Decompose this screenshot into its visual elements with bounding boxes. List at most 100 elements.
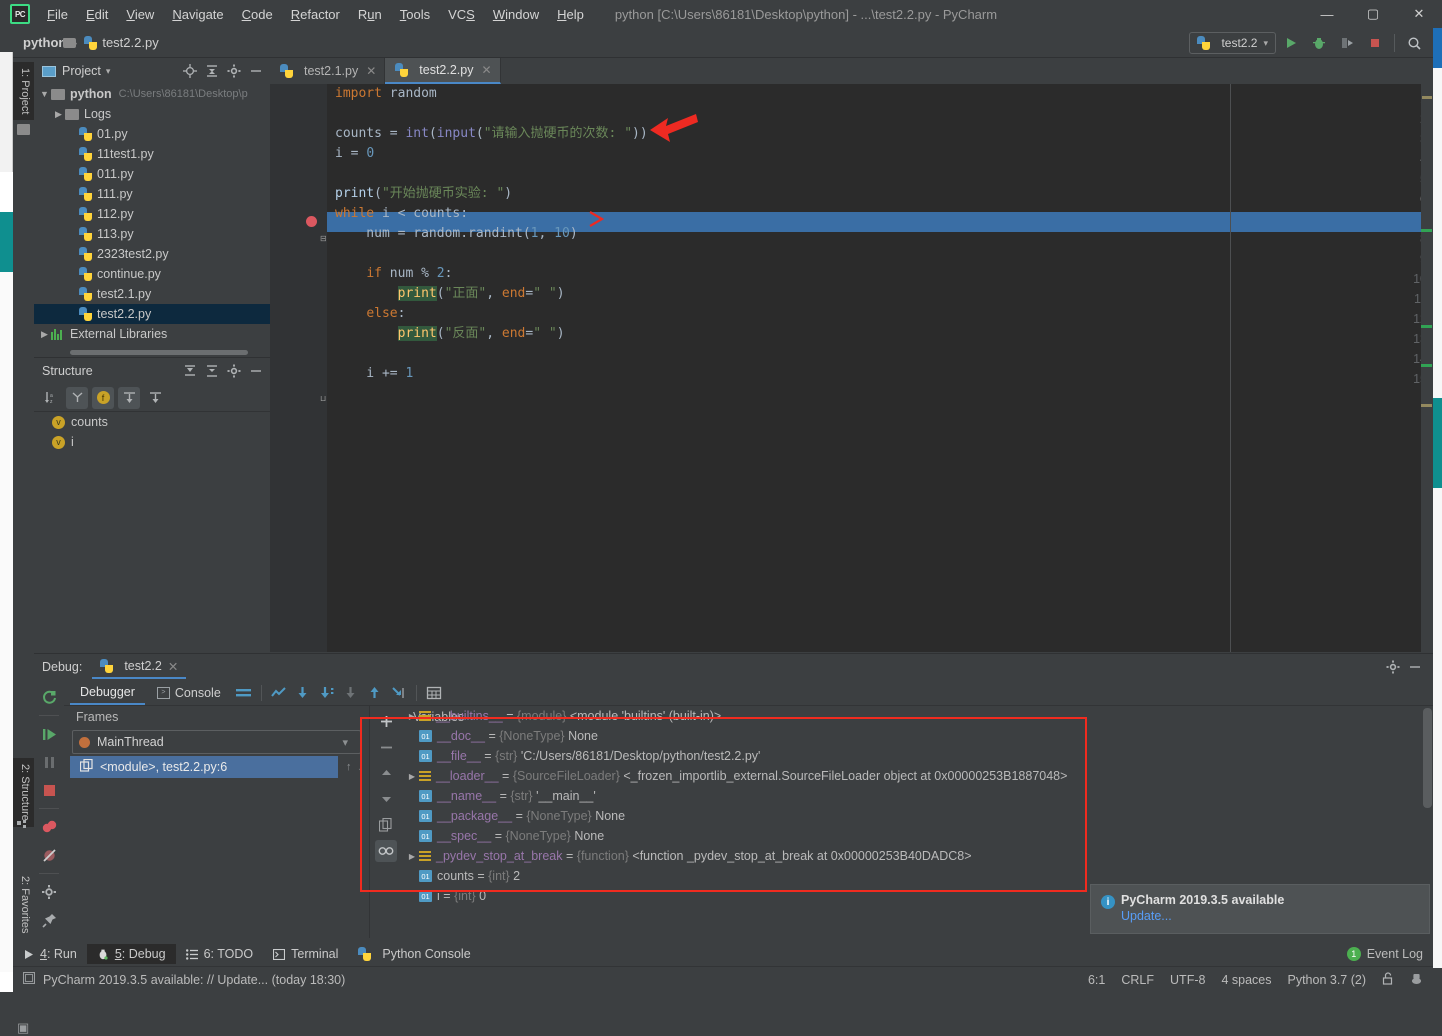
status-caret-position[interactable]: 6:1	[1088, 973, 1105, 987]
evaluate-expression-icon[interactable]	[423, 682, 445, 704]
show-inherited-icon[interactable]	[66, 386, 88, 409]
bottom-tab-run[interactable]: 4: Run	[13, 944, 87, 964]
editor-tab[interactable]: test2.1.py ✕	[270, 58, 386, 84]
expand-all-icon[interactable]	[180, 361, 200, 381]
frame-up-icon[interactable]: ↑	[346, 761, 352, 773]
close-icon[interactable]: ✕	[481, 63, 491, 77]
run-configuration-selector[interactable]: test2.2 ▾	[1189, 32, 1276, 54]
variable-row[interactable]: ▶ _pydev_stop_at_break = {function} <func…	[401, 846, 1421, 866]
variable-row[interactable]: 01 __package__ = {NoneType} None	[401, 806, 1421, 826]
sidebar-tab-project[interactable]: 1: Project	[13, 62, 34, 121]
code-line[interactable]: while i < counts:	[335, 204, 468, 224]
variable-row[interactable]: ▶ __builtins__ = {module} <module 'builti…	[401, 706, 1421, 726]
code-line[interactable]: counts = int(input("请输入抛硬币的次数: "))	[335, 124, 648, 144]
lock-icon[interactable]	[1382, 971, 1394, 988]
run-to-cursor-icon[interactable]	[388, 682, 410, 704]
project-tree-item[interactable]: test2.2.py	[34, 304, 270, 324]
collapse-all-icon[interactable]	[202, 361, 222, 381]
run-button[interactable]	[1278, 31, 1304, 55]
menu-item-tools[interactable]: Tools	[391, 3, 439, 26]
hide-panel-icon[interactable]	[1405, 657, 1425, 677]
close-icon[interactable]: ✕	[168, 659, 178, 674]
structure-item[interactable]: v counts	[34, 412, 270, 432]
notification-balloon[interactable]: i PyCharm 2019.3.5 available Update...	[1090, 884, 1430, 934]
project-tree[interactable]: ▼ python C:\Users\86181\Desktop\p ▶ Logs 01.p…	[34, 84, 270, 357]
variable-row[interactable]: 01 __file__ = {str} 'C:/Users/86181/Deskt…	[401, 746, 1421, 766]
code-line[interactable]: if num % 2:	[335, 264, 452, 284]
code-area[interactable]: 123456789101112131415 ⊟ ⊔ import randomc…	[270, 84, 1433, 652]
collapse-all-icon[interactable]	[202, 61, 222, 81]
project-tree-item[interactable]: 01.py	[34, 124, 270, 144]
locate-target-icon[interactable]	[180, 61, 200, 81]
bottom-tab-terminal[interactable]: Terminal	[263, 944, 348, 964]
sort-alphabetically-icon[interactable]: az	[40, 387, 62, 409]
project-tree-item[interactable]: continue.py	[34, 264, 270, 284]
bottom-tab-debug[interactable]: 5: Debug	[86, 944, 176, 964]
bottom-tab-python-console[interactable]: Python Console	[348, 944, 480, 964]
stop-button[interactable]	[1362, 31, 1388, 55]
step-into-icon[interactable]	[316, 682, 338, 704]
chevron-down-icon[interactable]: ▾	[106, 66, 111, 77]
code-line[interactable]: i = 0	[335, 144, 374, 164]
frame-list-item[interactable]: <module>, test2.2.py:6	[70, 756, 338, 778]
project-tree-item[interactable]: ▶ External Libraries	[34, 324, 270, 344]
bottom-tab-todo[interactable]: 6: TODO	[176, 944, 264, 964]
code-line[interactable]: print("反面", end=" ")	[335, 324, 565, 344]
code-line[interactable]: else:	[335, 304, 405, 324]
status-encoding[interactable]: UTF-8	[1170, 973, 1205, 987]
menu-item-navigate[interactable]: Navigate	[163, 3, 232, 26]
view-breakpoints-button[interactable]	[36, 814, 62, 840]
code-line[interactable]: num = random.randint(1, 10)	[335, 224, 577, 244]
structure-tree[interactable]: v counts v i	[34, 412, 270, 652]
hide-panel-icon[interactable]	[246, 61, 266, 81]
tab-debugger[interactable]: Debugger	[70, 681, 145, 705]
rerun-button[interactable]	[36, 684, 62, 710]
status-interpreter[interactable]: Python 3.7 (2)	[1287, 973, 1366, 987]
notification-update-link[interactable]: Update...	[1121, 909, 1419, 923]
frame-down-icon[interactable]: ↓	[358, 761, 364, 773]
variable-row[interactable]: 01 __doc__ = {NoneType} None	[401, 726, 1421, 746]
project-tree-item[interactable]: ▼ python C:\Users\86181\Desktop\p	[34, 84, 270, 104]
gear-icon[interactable]	[224, 61, 244, 81]
menu-item-code[interactable]: Code	[233, 3, 282, 26]
source-code[interactable]: import random counts = int(input("请输入抛硬币的…	[327, 84, 1433, 652]
menu-item-edit[interactable]: Edit	[77, 3, 117, 26]
pause-program-button[interactable]	[36, 749, 62, 775]
variable-row[interactable]: 01 __spec__ = {NoneType} None	[401, 826, 1421, 846]
step-over-icon[interactable]	[292, 682, 314, 704]
menu-item-file[interactable]: FFileile	[38, 3, 77, 26]
tree-expander[interactable]: ▶	[38, 329, 51, 340]
close-button[interactable]: ✕	[1396, 0, 1442, 28]
close-icon[interactable]: ✕	[366, 64, 376, 78]
variable-expander[interactable]: ▶	[405, 772, 419, 781]
copy-value-icon[interactable]	[375, 814, 397, 836]
scroll-from-source-icon[interactable]	[118, 386, 140, 409]
settings-gear-icon[interactable]	[36, 879, 62, 905]
code-line[interactable]: import random	[335, 84, 437, 104]
editor-gutter[interactable]	[270, 84, 327, 652]
tree-expander[interactable]: ▼	[38, 89, 51, 99]
window-toggle-icon[interactable]: ▣	[17, 1020, 29, 1036]
show-execution-point-icon[interactable]	[268, 682, 290, 704]
variable-expander[interactable]: ▶	[405, 852, 419, 861]
project-tree-item[interactable]: test2.1.py	[34, 284, 270, 304]
menu-item-run[interactable]: Run	[349, 3, 391, 26]
menu-item-help[interactable]: Help	[548, 3, 593, 26]
remove-watch-icon[interactable]	[375, 736, 397, 758]
maximize-button[interactable]: ▢	[1350, 0, 1396, 28]
minimize-button[interactable]: —	[1304, 0, 1350, 28]
project-tree-item[interactable]: 011.py	[34, 164, 270, 184]
status-line-separator[interactable]: CRLF	[1121, 973, 1154, 987]
inspect-icon[interactable]	[375, 840, 397, 862]
breadcrumb-root[interactable]: python	[23, 35, 66, 50]
hide-panel-icon[interactable]	[246, 361, 266, 381]
project-tree-item[interactable]: ▶ Logs	[34, 104, 270, 124]
force-step-into-icon[interactable]	[340, 682, 362, 704]
structure-item[interactable]: vi	[34, 432, 270, 452]
breakpoint-marker[interactable]	[306, 216, 317, 227]
gear-icon[interactable]	[224, 361, 244, 381]
resume-program-button[interactable]	[36, 721, 62, 747]
thread-selector[interactable]: MainThread ▾	[72, 730, 361, 754]
debug-button[interactable]	[1306, 31, 1332, 55]
show-fields-icon[interactable]: f	[92, 386, 114, 409]
